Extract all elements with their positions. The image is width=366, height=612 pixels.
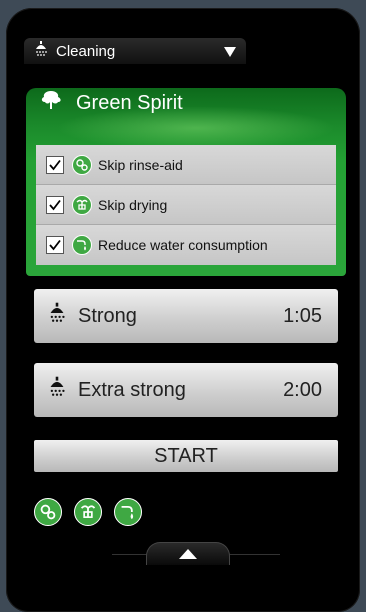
program-name: Extra strong <box>78 378 186 401</box>
drying-icon <box>72 194 92 215</box>
option-reduce-water[interactable]: Reduce water consumption <box>36 225 336 265</box>
checkbox[interactable] <box>46 155 64 174</box>
triangle-down-icon <box>224 44 236 61</box>
tree-icon <box>40 90 62 116</box>
mode-dropdown[interactable]: Cleaning <box>24 38 246 64</box>
option-skip-rinse-aid[interactable]: Skip rinse-aid <box>36 145 336 185</box>
green-spirit-title: Green Spirit <box>76 91 183 114</box>
triangle-up-icon <box>179 549 197 559</box>
rinse-aid-icon <box>72 154 92 175</box>
option-label: Skip drying <box>98 196 168 213</box>
water-icon <box>72 235 92 255</box>
shower-icon <box>48 302 66 330</box>
start-button[interactable]: START <box>34 440 338 472</box>
rinse-aid-icon <box>34 498 62 526</box>
program-name: Strong <box>78 304 137 327</box>
checkmark-icon <box>49 159 61 170</box>
water-icon <box>114 498 142 526</box>
checkbox[interactable] <box>46 195 64 214</box>
option-label: Reduce water consumption <box>98 237 268 253</box>
expand-handle[interactable] <box>146 542 230 565</box>
green-spirit-options: Skip rinse-aid Skip drying Reduce water … <box>36 145 336 265</box>
shower-icon <box>48 376 66 404</box>
program-strong-button[interactable]: Strong 1:05 <box>34 289 338 343</box>
program-duration: 1:05 <box>283 304 322 327</box>
shower-icon <box>34 41 48 61</box>
checkmark-icon <box>49 199 61 210</box>
active-options-indicators <box>34 498 142 526</box>
option-skip-drying[interactable]: Skip drying <box>36 185 336 225</box>
program-extra-strong-button[interactable]: Extra strong 2:00 <box>34 363 338 417</box>
program-duration: 2:00 <box>283 378 322 401</box>
green-spirit-header[interactable]: Green Spirit <box>40 90 183 116</box>
checkbox[interactable] <box>46 236 64 254</box>
drying-icon <box>74 498 102 526</box>
checkmark-icon <box>49 239 61 251</box>
option-label: Skip rinse-aid <box>98 156 183 173</box>
mode-dropdown-label: Cleaning <box>56 42 116 60</box>
